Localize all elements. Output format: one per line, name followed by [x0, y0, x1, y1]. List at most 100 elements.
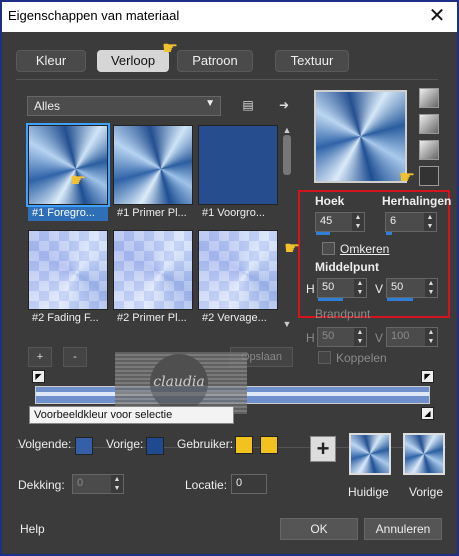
opacity-stop-right[interactable]: ◤: [421, 370, 434, 383]
spin-arrows-icon[interactable]: ▲ ▼: [352, 213, 364, 231]
rectangular-style-button[interactable]: [419, 114, 439, 134]
v-label: V: [375, 282, 384, 296]
category-dropdown[interactable]: Alles ▼: [27, 96, 221, 116]
gradient-thumb[interactable]: #1 Voorgro...: [198, 125, 278, 225]
gradient-thumb-image: [26, 123, 110, 207]
herhalingen-label: Herhalingen: [382, 194, 452, 208]
add-stop-button[interactable]: +: [28, 347, 52, 367]
scroll-up-icon[interactable]: ▲: [281, 125, 293, 135]
vorige-preview-label: Vorige: [409, 485, 444, 499]
gradient-thumb[interactable]: #2 Vervage...: [198, 230, 278, 330]
gradient-library: #1 Foregro... #1 Primer Pl... #1 Voorgro…: [26, 123, 281, 335]
color-stop-right[interactable]: ◢: [421, 407, 434, 420]
arrow-right-icon[interactable]: ➜: [274, 95, 294, 115]
gradient-thumb-caption: #1 Primer Pl...: [117, 207, 187, 219]
material-properties-dialog: Eigenschappen van materiaal ✕ Kleur Verl…: [0, 0, 459, 556]
middelpunt-h-value: 50: [322, 281, 335, 293]
brandpunt-v-value: 100: [391, 330, 410, 342]
brandpunt-v-label: V: [375, 331, 384, 345]
gradient-thumb-caption: #2 Fading F...: [32, 312, 99, 324]
volgende-color[interactable]: [75, 437, 93, 455]
middelpunt-v-value: 50: [391, 281, 404, 293]
remove-stop-button[interactable]: -: [63, 347, 87, 367]
hoek-label: Hoek: [315, 194, 345, 208]
tab-divider: [16, 79, 438, 80]
tab-kleur[interactable]: Kleur: [16, 50, 86, 72]
gradient-thumb-caption: #1 Voorgro...: [202, 207, 265, 219]
gradient-thumb[interactable]: #2 Fading F...: [28, 230, 108, 330]
dekking-spinner[interactable]: 0 ▲ ▼: [72, 474, 124, 494]
gradient-thumb[interactable]: #1 Primer Pl...: [113, 125, 193, 225]
middelpunt-v-level: [387, 298, 413, 301]
spin-arrows-icon: ▲ ▼: [425, 328, 437, 346]
gradient-thumb-caption: #2 Primer Pl...: [117, 312, 187, 324]
gradient-preview[interactable]: [314, 90, 407, 183]
vorige-color[interactable]: [146, 437, 164, 455]
add-to-library-button[interactable]: +: [310, 436, 336, 462]
gebruiker-color[interactable]: [235, 436, 253, 454]
category-value: Alles: [34, 99, 61, 113]
locatie-label: Locatie:: [185, 478, 228, 492]
vorige-preview[interactable]: [403, 433, 445, 475]
gradient-thumb-caption: #2 Vervage...: [202, 312, 267, 324]
locatie-value: 0: [236, 477, 243, 489]
huidige-preview[interactable]: [349, 433, 391, 475]
spin-arrows-icon[interactable]: ▲ ▼: [425, 279, 437, 297]
watermark-logo: claudia: [115, 352, 247, 414]
herhalingen-spinner[interactable]: 6 ▲ ▼: [385, 212, 437, 235]
gebruiker-label: Gebruiker:: [177, 437, 234, 451]
hand-pointer-icon: ☛: [399, 167, 416, 187]
gebruiker-color-swatch[interactable]: [260, 436, 278, 454]
herhalingen-level: [386, 232, 392, 235]
omkeren-checkbox[interactable]: [322, 242, 335, 255]
opacity-stop-left[interactable]: ◤: [32, 370, 45, 383]
gradient-thumb-image: [198, 125, 278, 205]
linear-style-button[interactable]: [419, 88, 439, 108]
spin-arrows-icon[interactable]: ▲ ▼: [354, 279, 366, 297]
volgende-label: Volgende:: [18, 437, 72, 451]
brandpunt-h-spinner: 50 ▲ ▼: [317, 327, 367, 347]
tab-textuur[interactable]: Textuur: [275, 50, 349, 72]
close-icon[interactable]: ✕: [427, 6, 447, 26]
gradient-thumb[interactable]: #2 Primer Pl...: [113, 230, 193, 330]
brandpunt-label: Brandpunt: [315, 307, 371, 321]
hoek-spinner[interactable]: 45 ▲ ▼: [315, 212, 365, 235]
title-bar: Eigenschappen van materiaal ✕: [2, 2, 457, 32]
help-link[interactable]: Help: [20, 522, 45, 536]
koppelen-label: Koppelen: [336, 351, 387, 365]
locatie-field[interactable]: 0: [231, 474, 267, 494]
gradient-thumb-caption: #1 Foregro...: [28, 205, 108, 221]
scrollbar-thumb[interactable]: [283, 135, 291, 175]
ok-button[interactable]: OK: [280, 518, 358, 540]
sunburst-style-button[interactable]: [419, 140, 439, 160]
cancel-button[interactable]: Annuleren: [364, 518, 442, 540]
herhalingen-value: 6: [390, 215, 397, 227]
tab-verloop[interactable]: Verloop: [97, 50, 169, 72]
hoek-level: [316, 232, 330, 235]
scroll-down-icon[interactable]: ▼: [281, 319, 293, 329]
library-icon[interactable]: ▤: [238, 95, 258, 115]
radial-style-button[interactable]: [419, 166, 439, 186]
middelpunt-v-spinner[interactable]: 50 ▲ ▼: [386, 278, 438, 301]
watermark-text: claudia: [150, 354, 208, 412]
hand-pointer-icon: ☛: [70, 170, 87, 190]
gradient-thumb-image: [198, 230, 278, 310]
omkeren-label: Omkeren: [340, 242, 390, 256]
h-label: H: [306, 282, 315, 296]
gradient-thumb-image: [28, 230, 108, 310]
spin-arrows-icon: ▲ ▼: [354, 328, 366, 346]
gradient-thumb-image: [113, 125, 193, 205]
vorige-label: Vorige:: [106, 437, 144, 451]
spin-arrows-icon[interactable]: ▲ ▼: [111, 475, 123, 493]
gradient-thumb-image: [113, 230, 193, 310]
middelpunt-h-spinner[interactable]: 50 ▲ ▼: [317, 278, 367, 301]
dekking-label: Dekking:: [18, 478, 65, 492]
middelpunt-label: Middelpunt: [315, 260, 379, 274]
hand-pointer-icon: ☛: [162, 38, 179, 58]
hand-pointer-icon: ☛: [284, 238, 301, 258]
spin-arrows-icon[interactable]: ▲ ▼: [424, 213, 436, 231]
library-scrollbar[interactable]: ▲ ▼: [281, 125, 293, 330]
brandpunt-h-value: 50: [322, 330, 335, 342]
tab-patroon[interactable]: Patroon: [177, 50, 253, 72]
gradient-thumb[interactable]: #1 Foregro...: [26, 123, 110, 225]
